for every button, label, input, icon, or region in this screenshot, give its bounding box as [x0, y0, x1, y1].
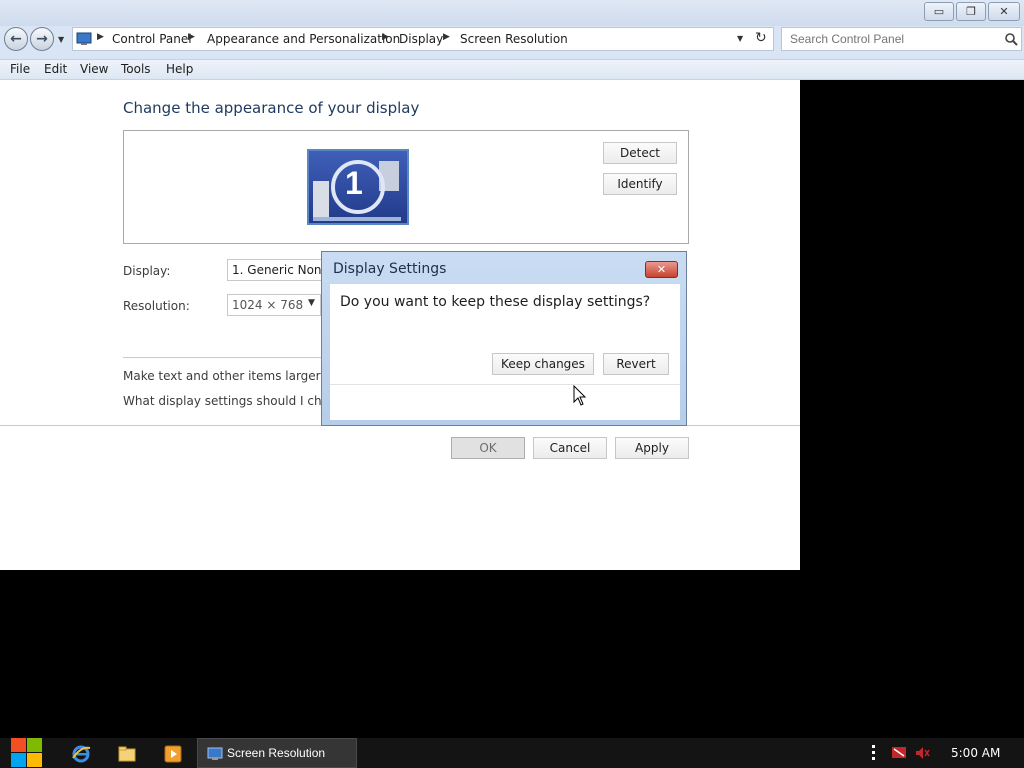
- search-input[interactable]: [790, 32, 990, 46]
- dialog-body: Do you want to keep these display settin…: [330, 284, 680, 420]
- monitor-1-icon[interactable]: 1: [307, 149, 409, 225]
- dialog-title: Display Settings: [333, 261, 447, 277]
- apply-button[interactable]: Apply: [615, 437, 689, 459]
- speaker-muted-icon[interactable]: [914, 745, 930, 761]
- chevron-down-icon: ▼: [308, 298, 315, 308]
- breadcrumb-separator-icon: ▶: [443, 32, 450, 42]
- taskbar-clock[interactable]: 5:00 AM: [951, 746, 1000, 760]
- title-bar: ▭ ❐ ✕: [0, 0, 1024, 26]
- forward-button[interactable]: →: [30, 27, 54, 51]
- detect-button[interactable]: Detect: [603, 142, 677, 164]
- forward-arrow-icon: →: [36, 31, 48, 47]
- start-button[interactable]: [10, 737, 43, 768]
- page-title: Change the appearance of your display: [123, 99, 420, 117]
- resolution-label: Resolution:: [123, 299, 190, 313]
- menu-edit[interactable]: Edit: [44, 62, 67, 76]
- close-icon: ✕: [656, 263, 667, 276]
- identify-button[interactable]: Identify: [603, 173, 677, 195]
- menu-view[interactable]: View: [80, 62, 108, 76]
- taskbar-screen-resolution[interactable]: Screen Resolution: [197, 738, 357, 768]
- screen-resolution-icon: [207, 747, 223, 760]
- breadcrumb-control-panel[interactable]: Control Panel: [112, 32, 192, 46]
- taskbar: [0, 738, 1024, 768]
- close-icon: ✕: [999, 5, 1009, 18]
- refresh-icon[interactable]: ↻: [755, 30, 767, 46]
- address-dropdown-icon[interactable]: ▼: [737, 34, 743, 43]
- monitor-number: 1: [345, 165, 363, 201]
- minimize-button[interactable]: ▭: [924, 2, 954, 21]
- minimize-icon: ▭: [933, 5, 945, 18]
- control-panel-icon: [76, 32, 92, 45]
- menu-help[interactable]: Help: [166, 62, 193, 76]
- dialog-question: Do you want to keep these display settin…: [340, 294, 651, 310]
- display-settings-help-link[interactable]: What display settings should I choose: [123, 394, 321, 408]
- display-label: Display:: [123, 264, 171, 278]
- monitor-arrangement-box: 1 Detect Identify: [123, 130, 689, 244]
- keep-changes-button[interactable]: Keep changes: [492, 353, 594, 375]
- maximize-button[interactable]: ❐: [956, 2, 986, 21]
- dialog-footer: [330, 384, 680, 420]
- close-window-button[interactable]: ✕: [988, 2, 1020, 21]
- file-explorer-icon[interactable]: [115, 743, 139, 765]
- taskbar-task-label: Screen Resolution: [227, 746, 326, 760]
- text-size-link[interactable]: Make text and other items larger or sm: [123, 369, 321, 383]
- breadcrumb-appearance[interactable]: Appearance and Personalization: [207, 32, 400, 46]
- address-bar[interactable]: ▶ Control Panel ▶ Appearance and Persona…: [72, 27, 774, 51]
- recent-pages-chevron-icon[interactable]: ▼: [58, 35, 64, 44]
- revert-button[interactable]: Revert: [603, 353, 669, 375]
- breadcrumb-display[interactable]: Display: [399, 32, 443, 46]
- search-box: [781, 27, 1022, 51]
- ok-button[interactable]: OK: [451, 437, 525, 459]
- restore-icon: ❐: [966, 5, 976, 18]
- internet-explorer-icon[interactable]: [69, 743, 93, 765]
- breadcrumb-separator-icon: ▶: [97, 32, 104, 42]
- separator: [123, 357, 321, 358]
- resolution-value: 1024 × 768: [232, 298, 304, 312]
- breadcrumb-separator-icon: ▶: [188, 32, 195, 42]
- back-button[interactable]: ←: [4, 27, 28, 51]
- display-settings-dialog: Display Settings ✕ Do you want to keep t…: [321, 251, 687, 426]
- dialog-close-button[interactable]: ✕: [645, 261, 678, 278]
- display-select[interactable]: 1. Generic Non-P: [227, 259, 327, 281]
- back-arrow-icon: ←: [10, 31, 22, 47]
- breadcrumb-screen-resolution[interactable]: Screen Resolution: [460, 32, 568, 46]
- network-warning-icon[interactable]: [891, 745, 907, 761]
- resolution-select[interactable]: 1024 × 768 ▼: [227, 294, 321, 316]
- menu-bar: File Edit View Tools Help: [0, 60, 1024, 80]
- mouse-pointer-icon: [573, 385, 587, 406]
- menu-tools[interactable]: Tools: [121, 62, 151, 76]
- media-player-icon[interactable]: [161, 743, 185, 765]
- menu-file[interactable]: File: [10, 62, 30, 76]
- breadcrumb-separator-icon: ▶: [382, 32, 389, 42]
- cancel-button[interactable]: Cancel: [533, 437, 607, 459]
- search-icon[interactable]: [1004, 32, 1018, 46]
- show-hidden-icons-icon[interactable]: [872, 745, 876, 761]
